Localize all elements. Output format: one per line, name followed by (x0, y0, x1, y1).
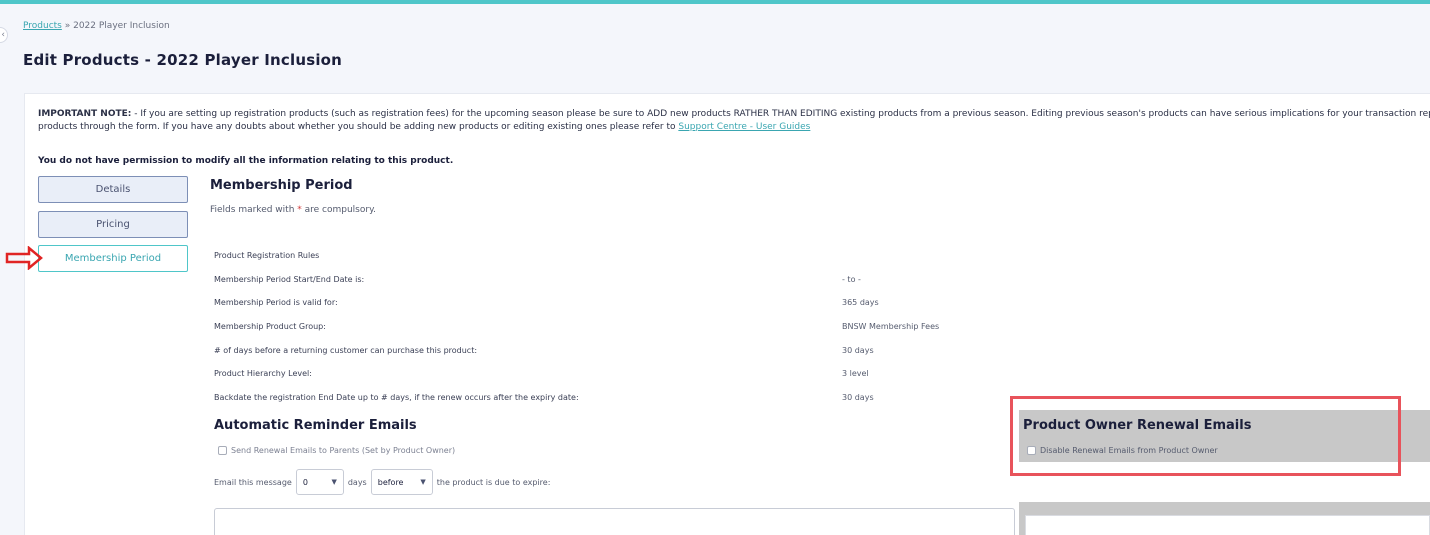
hint-text-before: Fields marked with (210, 205, 298, 215)
timing-select-value: before (377, 477, 404, 487)
rule-value: 30 days (842, 393, 874, 402)
send-parents-row: Send Renewal Emails to Parents (Set by P… (218, 446, 455, 455)
reminder-message-textarea[interactable] (214, 508, 1015, 535)
hint-text-after: are compulsory. (301, 205, 376, 215)
chevron-down-icon: ▼ (420, 478, 426, 486)
days-label: days (347, 477, 367, 487)
note-prefix: IMPORTANT NOTE: (38, 109, 132, 119)
owner-message-textarea[interactable] (1025, 515, 1430, 535)
days-select[interactable]: 0 ▼ (295, 469, 344, 495)
email-suffix-text: the product is due to expire: (436, 477, 551, 487)
important-note: IMPORTANT NOTE: - If you are setting up … (38, 108, 1430, 134)
breadcrumb-products-link[interactable]: Products (23, 21, 62, 31)
rule-label: Backdate the registration End Date up to… (214, 393, 579, 402)
rule-label: Membership Period Start/End Date is: (214, 275, 365, 284)
email-prefix-text: Email this message (214, 477, 292, 487)
rules-heading: Product Registration Rules (214, 251, 320, 260)
rule-value: 3 level (842, 369, 869, 378)
note-line2: products through the form. If you have a… (38, 122, 679, 132)
highlight-outline (1010, 396, 1401, 476)
breadcrumb: Products » 2022 Player Inclusion (23, 21, 170, 31)
sidebar-item-pricing[interactable]: Pricing (38, 211, 188, 238)
rule-value: - to - (842, 275, 861, 284)
breadcrumb-current: 2022 Player Inclusion (73, 21, 170, 31)
compulsory-hint: Fields marked with * are compulsory. (210, 205, 376, 215)
rule-label: Product Hierarchy Level: (214, 369, 312, 378)
send-parents-checkbox[interactable] (218, 446, 227, 455)
rule-label: Membership Product Group: (214, 322, 326, 331)
red-arrow-icon (5, 246, 43, 270)
support-centre-link[interactable]: Support Centre - User Guides (678, 122, 810, 132)
collapse-sidebar-icon[interactable]: ‹ (0, 27, 8, 43)
timing-select[interactable]: before ▼ (370, 469, 433, 495)
chevron-down-icon: ▼ (331, 478, 337, 486)
reminder-emails-title: Automatic Reminder Emails (214, 418, 417, 433)
rule-label: # of days before a returning customer ca… (214, 346, 478, 355)
sidebar-item-details[interactable]: Details (38, 176, 188, 203)
rule-label: Membership Period is valid for: (214, 298, 338, 307)
send-parents-label: Send Renewal Emails to Parents (Set by P… (231, 446, 456, 455)
rule-value: 365 days (842, 298, 879, 307)
note-line1: - If you are setting up registration pro… (131, 109, 1430, 119)
email-schedule-row: Email this message 0 ▼ days before ▼ the… (214, 469, 550, 495)
breadcrumb-separator: » (61, 21, 74, 31)
permission-warning: You do not have permission to modify all… (38, 156, 454, 166)
rule-value: BNSW Membership Fees (842, 322, 940, 331)
top-accent-bar (0, 0, 1430, 4)
page-title: Edit Products - 2022 Player Inclusion (23, 51, 343, 69)
rule-value: 30 days (842, 346, 874, 355)
sidebar-item-membership-period[interactable]: Membership Period (38, 245, 188, 272)
days-select-value: 0 (302, 477, 308, 487)
membership-period-title: Membership Period (210, 178, 353, 193)
